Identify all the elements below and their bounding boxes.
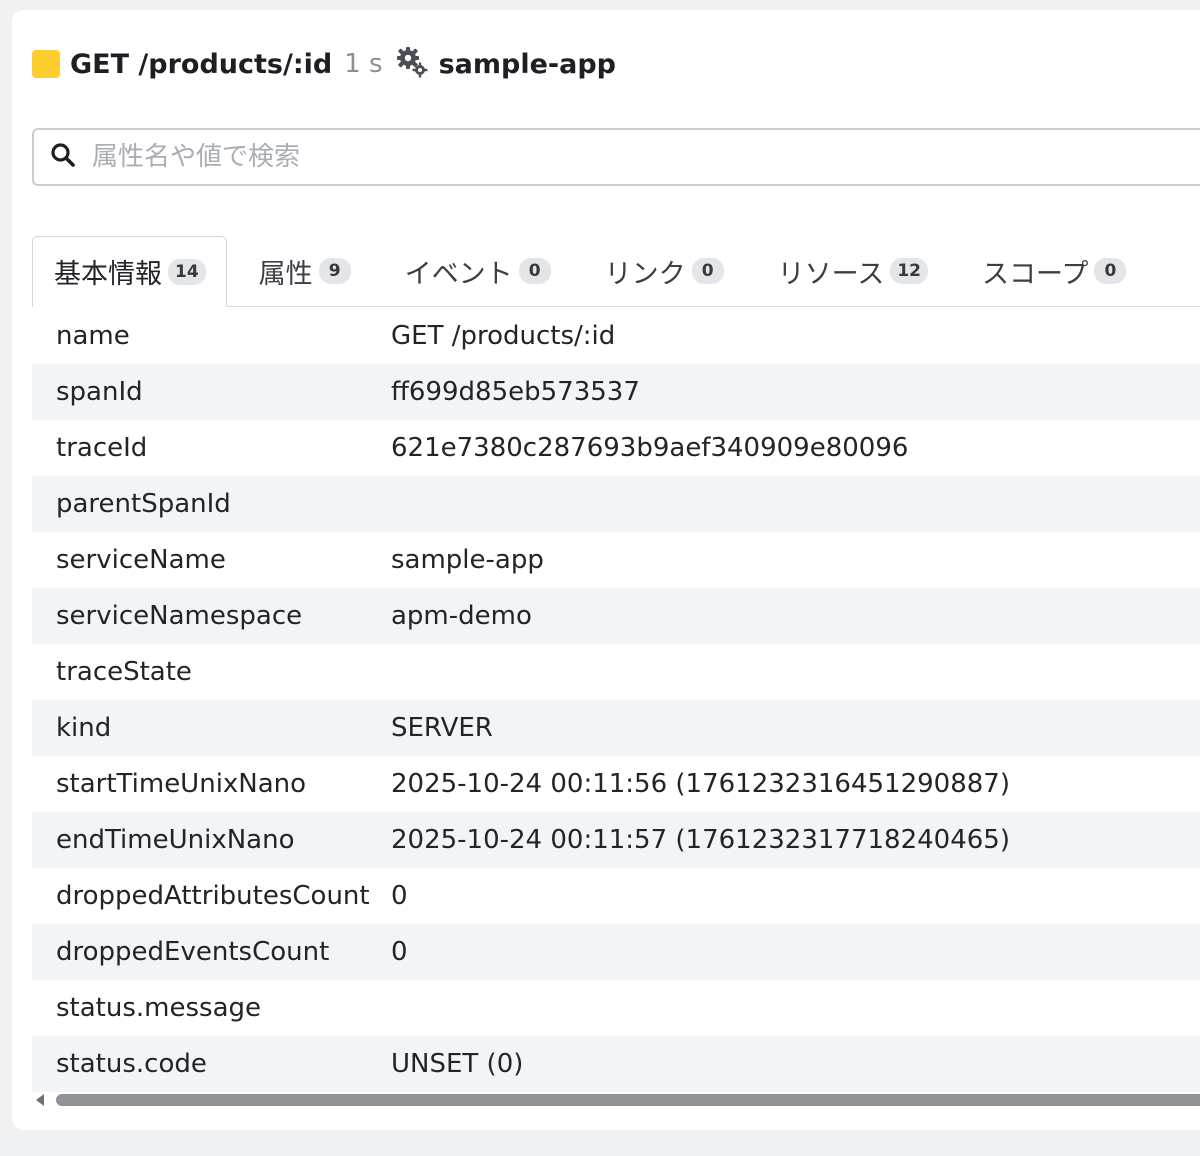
property-key: status.message bbox=[56, 993, 262, 1023]
tab-label: スコープ bbox=[982, 258, 1089, 290]
property-value: sample-app bbox=[391, 545, 544, 575]
attribute-search[interactable] bbox=[32, 128, 1200, 186]
tab-basic-info[interactable]: 基本情報 14 bbox=[32, 236, 227, 307]
detail-tabs: 基本情報 14 属性 9 イベント 0 リンク 0 リソース 12 スコープ 0 bbox=[32, 234, 1200, 307]
property-key: name bbox=[56, 321, 130, 351]
property-key: parentSpanId bbox=[32, 476, 391, 532]
horizontal-scrollbar[interactable] bbox=[34, 1090, 1200, 1110]
scroll-left-arrow-icon[interactable] bbox=[36, 1094, 44, 1106]
property-value: 621e7380c287693b9aef340909e80096 bbox=[391, 433, 909, 463]
search-input[interactable] bbox=[90, 141, 1200, 173]
table-row: droppedEventsCount 0 bbox=[32, 924, 1200, 980]
table-row: droppedAttributesCount 0 bbox=[32, 868, 1200, 924]
property-value: SERVER bbox=[391, 700, 1200, 756]
tab-count-badge: 0 bbox=[691, 258, 724, 284]
property-value: 0 bbox=[391, 924, 1200, 980]
property-value bbox=[391, 980, 1200, 1036]
scrollbar-thumb[interactable] bbox=[56, 1094, 1200, 1106]
property-value: 2025-10-24 00:11:57 (1761232317718240465… bbox=[391, 812, 1200, 868]
tab-count-badge: 14 bbox=[168, 258, 206, 285]
property-value: UNSET (0) bbox=[391, 1036, 1200, 1092]
property-value: apm-demo bbox=[391, 588, 1200, 644]
table-row: startTimeUnixNano 2025-10-24 00:11:56 (1… bbox=[32, 756, 1200, 812]
span-duration: 1 s bbox=[344, 49, 383, 79]
tab-links[interactable]: リンク 0 bbox=[585, 236, 744, 306]
span-header: GET /products/:id 1 s sample-app bbox=[32, 46, 616, 82]
tab-count-badge: 9 bbox=[318, 258, 351, 284]
service-name: sample-app bbox=[438, 48, 617, 80]
span-title: GET /products/:id bbox=[70, 48, 333, 80]
property-value: ff699d85eb573537 bbox=[391, 364, 1200, 420]
table-row: status.message bbox=[32, 980, 1200, 1036]
property-key: status.code bbox=[32, 1036, 391, 1092]
property-key: traceId bbox=[56, 433, 148, 463]
tab-events[interactable]: イベント 0 bbox=[385, 236, 571, 306]
table-row: status.code UNSET (0) bbox=[32, 1036, 1200, 1092]
property-key: spanId bbox=[32, 364, 391, 420]
tab-label: リソース bbox=[777, 258, 885, 290]
tab-scope[interactable]: スコープ 0 bbox=[962, 236, 1146, 306]
tab-attributes[interactable]: 属性 9 bbox=[239, 236, 371, 306]
property-key: serviceNamespace bbox=[32, 588, 391, 644]
property-value bbox=[391, 476, 1200, 532]
property-key: endTimeUnixNano bbox=[32, 812, 391, 868]
table-row: kind SERVER bbox=[32, 700, 1200, 756]
table-row: parentSpanId bbox=[32, 476, 1200, 532]
property-key: serviceName bbox=[56, 545, 226, 575]
property-key: traceState bbox=[56, 657, 192, 687]
property-value: 2025-10-24 00:11:56 (1761232316451290887… bbox=[391, 769, 1010, 799]
property-value: GET /products/:id bbox=[391, 321, 616, 351]
span-properties-table: name GET /products/:id spanId ff699d85eb… bbox=[32, 308, 1200, 1092]
property-key: droppedEventsCount bbox=[32, 924, 391, 980]
table-row: endTimeUnixNano 2025-10-24 00:11:57 (176… bbox=[32, 812, 1200, 868]
property-key: kind bbox=[32, 700, 391, 756]
property-value: 0 bbox=[391, 881, 408, 911]
span-color-chip bbox=[32, 50, 60, 78]
tab-label: 基本情報 bbox=[54, 259, 162, 290]
table-row: traceState bbox=[32, 644, 1200, 700]
search-icon bbox=[34, 140, 90, 174]
tab-label: イベント bbox=[404, 258, 513, 290]
tab-resources[interactable]: リソース 12 bbox=[758, 236, 948, 306]
table-row: name GET /products/:id bbox=[32, 308, 1200, 364]
tab-count-badge: 0 bbox=[1094, 258, 1127, 284]
table-row: traceId 621e7380c287693b9aef340909e80096 bbox=[32, 420, 1200, 476]
table-row: serviceNamespace apm-demo bbox=[32, 588, 1200, 644]
table-row: serviceName sample-app bbox=[32, 532, 1200, 588]
property-value bbox=[391, 644, 1200, 700]
tab-count-badge: 0 bbox=[518, 258, 551, 284]
tab-label: リンク bbox=[604, 258, 686, 290]
span-detail-panel: GET /products/:id 1 s sample-app 属性名や値で検… bbox=[12, 10, 1200, 1130]
property-key: startTimeUnixNano bbox=[56, 769, 307, 799]
tab-count-badge: 12 bbox=[890, 258, 928, 284]
table-row: spanId ff699d85eb573537 bbox=[32, 364, 1200, 420]
gears-icon bbox=[383, 45, 439, 83]
tab-label: 属性 bbox=[258, 258, 313, 290]
property-key: droppedAttributesCount bbox=[56, 881, 370, 911]
